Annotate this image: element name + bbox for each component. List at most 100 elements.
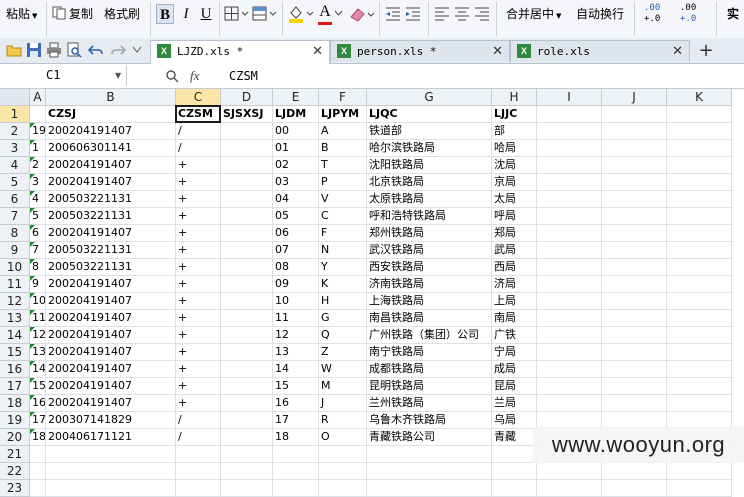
table-cell[interactable] bbox=[221, 208, 273, 225]
row-header[interactable]: 19 bbox=[0, 412, 30, 429]
row-header[interactable]: 4 bbox=[0, 157, 30, 174]
increase-decimal-button[interactable]: .00 +.0 bbox=[644, 3, 670, 33]
table-cell[interactable]: T bbox=[319, 157, 367, 174]
table-cell[interactable] bbox=[367, 480, 492, 497]
header-cell[interactable]: LJDM bbox=[273, 106, 319, 123]
table-cell[interactable]: 16 bbox=[273, 395, 319, 412]
row-header[interactable]: 16 bbox=[0, 361, 30, 378]
table-cell[interactable] bbox=[537, 395, 602, 412]
table-cell[interactable] bbox=[667, 344, 732, 361]
table-cell[interactable] bbox=[319, 463, 367, 480]
fill-color-icon[interactable] bbox=[287, 4, 315, 24]
table-cell[interactable] bbox=[221, 259, 273, 276]
table-cell[interactable]: 11 bbox=[30, 310, 46, 327]
table-cell[interactable] bbox=[602, 361, 667, 378]
header-cell[interactable]: CZSM bbox=[176, 106, 221, 123]
table-cell[interactable]: C bbox=[319, 208, 367, 225]
table-cell[interactable] bbox=[667, 191, 732, 208]
table-cell[interactable] bbox=[667, 174, 732, 191]
align-left-icon[interactable] bbox=[434, 5, 450, 23]
truncated-toolbar-item[interactable]: 实 bbox=[727, 0, 739, 28]
table-cell[interactable]: 哈局 bbox=[492, 140, 537, 157]
table-cell[interactable]: + bbox=[176, 344, 221, 361]
column-header-c[interactable]: C bbox=[176, 89, 221, 106]
table-cell[interactable]: 05 bbox=[273, 208, 319, 225]
column-header-d[interactable]: D bbox=[221, 89, 273, 106]
table-cell[interactable]: 02 bbox=[273, 157, 319, 174]
table-cell[interactable]: 西安铁路局 bbox=[367, 259, 492, 276]
table-cell[interactable]: H bbox=[319, 293, 367, 310]
table-cell[interactable]: M bbox=[319, 378, 367, 395]
table-cell[interactable]: 200503221131 bbox=[46, 208, 176, 225]
row-header[interactable]: 11 bbox=[0, 276, 30, 293]
column-header-j[interactable]: J bbox=[602, 89, 667, 106]
print-preview-icon[interactable] bbox=[66, 42, 82, 58]
table-cell[interactable]: 03 bbox=[273, 174, 319, 191]
table-cell[interactable] bbox=[176, 463, 221, 480]
column-header-b[interactable]: B bbox=[46, 89, 176, 106]
header-cell[interactable] bbox=[537, 106, 602, 123]
row-header[interactable]: 21 bbox=[0, 446, 30, 463]
indent-increase-icon[interactable] bbox=[404, 5, 422, 23]
table-cell[interactable]: 09 bbox=[273, 276, 319, 293]
underline-button[interactable]: U bbox=[197, 4, 215, 24]
header-cell[interactable]: LJPYM bbox=[319, 106, 367, 123]
table-cell[interactable] bbox=[667, 123, 732, 140]
table-cell[interactable]: 12 bbox=[273, 327, 319, 344]
table-cell[interactable]: 乌局 bbox=[492, 412, 537, 429]
table-cell[interactable]: 18 bbox=[30, 429, 46, 446]
table-cell[interactable]: 成局 bbox=[492, 361, 537, 378]
table-cell[interactable] bbox=[602, 174, 667, 191]
table-cell[interactable]: 南宁铁路局 bbox=[367, 344, 492, 361]
row-header[interactable]: 17 bbox=[0, 378, 30, 395]
table-cell[interactable]: 部 bbox=[492, 123, 537, 140]
table-cell[interactable] bbox=[221, 429, 273, 446]
header-cell[interactable]: LJJC bbox=[492, 106, 537, 123]
table-cell[interactable]: J bbox=[319, 395, 367, 412]
table-cell[interactable] bbox=[602, 310, 667, 327]
table-cell[interactable] bbox=[221, 157, 273, 174]
table-cell[interactable]: O bbox=[319, 429, 367, 446]
table-cell[interactable]: 济南铁路局 bbox=[367, 276, 492, 293]
column-header-f[interactable]: F bbox=[319, 89, 367, 106]
table-cell[interactable] bbox=[46, 463, 176, 480]
table-cell[interactable] bbox=[46, 446, 176, 463]
table-cell[interactable]: 呼和浩特铁路局 bbox=[367, 208, 492, 225]
table-cell[interactable]: P bbox=[319, 174, 367, 191]
print-icon[interactable] bbox=[46, 42, 62, 58]
table-cell[interactable] bbox=[319, 480, 367, 497]
table-cell[interactable]: 19 bbox=[30, 123, 46, 140]
table-cell[interactable] bbox=[537, 123, 602, 140]
table-cell[interactable]: 成都铁路局 bbox=[367, 361, 492, 378]
table-cell[interactable] bbox=[319, 446, 367, 463]
table-cell[interactable]: 太局 bbox=[492, 191, 537, 208]
table-cell[interactable]: 12 bbox=[30, 327, 46, 344]
table-cell[interactable]: 太原铁路局 bbox=[367, 191, 492, 208]
row-header[interactable]: 8 bbox=[0, 225, 30, 242]
row-header[interactable]: 14 bbox=[0, 327, 30, 344]
table-cell[interactable] bbox=[176, 480, 221, 497]
row-header[interactable]: 18 bbox=[0, 395, 30, 412]
table-cell[interactable] bbox=[602, 327, 667, 344]
align-right-icon[interactable] bbox=[474, 5, 490, 23]
table-cell[interactable] bbox=[667, 293, 732, 310]
quick-access-dropdown-icon[interactable] bbox=[132, 46, 148, 62]
wrap-text-button[interactable]: 自动换行 bbox=[576, 0, 624, 28]
cell-style-icon[interactable] bbox=[252, 6, 278, 22]
table-cell[interactable] bbox=[221, 412, 273, 429]
table-cell[interactable]: 200204191407 bbox=[46, 327, 176, 344]
table-cell[interactable]: 04 bbox=[273, 191, 319, 208]
table-cell[interactable]: Z bbox=[319, 344, 367, 361]
table-cell[interactable]: F bbox=[319, 225, 367, 242]
row-header[interactable]: 23 bbox=[0, 480, 30, 497]
table-cell[interactable] bbox=[537, 259, 602, 276]
table-cell[interactable] bbox=[221, 123, 273, 140]
table-cell[interactable] bbox=[221, 293, 273, 310]
table-cell[interactable] bbox=[602, 208, 667, 225]
table-cell[interactable]: 10 bbox=[30, 293, 46, 310]
open-folder-icon[interactable] bbox=[6, 42, 22, 58]
table-cell[interactable]: 200204191407 bbox=[46, 344, 176, 361]
tab-role[interactable]: X role.xls ✕ bbox=[510, 40, 690, 62]
table-cell[interactable]: + bbox=[176, 310, 221, 327]
table-cell[interactable] bbox=[492, 446, 537, 463]
